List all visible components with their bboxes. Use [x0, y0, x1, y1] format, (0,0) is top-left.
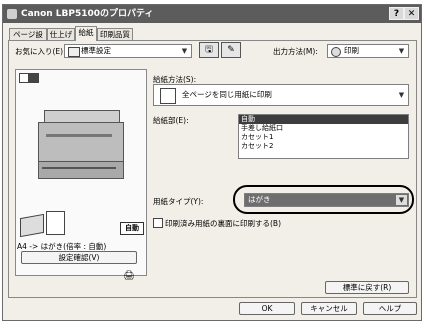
- print-icon: [331, 47, 341, 57]
- source-item-cassette2[interactable]: カセット2: [239, 142, 408, 151]
- help-title-button[interactable]: ?: [389, 7, 404, 20]
- restore-defaults-button[interactable]: 標準に戻す(R): [325, 281, 409, 294]
- paper-source-list[interactable]: 自動 手差し給紙口 カセット1 カセット2: [238, 114, 409, 159]
- add-favorite-icon[interactable]: 🖫: [199, 42, 219, 58]
- paper-sheet-icon: [46, 211, 65, 235]
- feed-method-select[interactable]: 全ページを同じ用紙に印刷 ▼: [153, 84, 409, 106]
- tab-page-setup[interactable]: ページ設定: [9, 28, 47, 50]
- chevron-down-icon: ▼: [181, 47, 188, 55]
- favorites-label: お気に入り(E):: [15, 47, 66, 56]
- output-method-select[interactable]: 印刷 ▼: [327, 44, 409, 58]
- close-title-button[interactable]: ✕: [404, 7, 419, 20]
- feed-method-value: 全ページを同じ用紙に印刷: [182, 90, 272, 99]
- properties-dialog: Canon LBP5100のプロパティ ? ✕ ページ設定 仕上げ 給紙 印刷品…: [2, 4, 422, 321]
- view-toggle-1-icon[interactable]: [19, 73, 29, 83]
- favorites-select[interactable]: 標準設定 ▼: [64, 44, 192, 58]
- tab-quality[interactable]: 印刷品質: [97, 28, 133, 40]
- chevron-down-icon: ▼: [396, 195, 407, 205]
- chevron-down-icon: ▼: [398, 47, 405, 55]
- chevron-down-icon: ▼: [398, 91, 405, 99]
- favorites-value: 標準設定: [81, 46, 111, 55]
- back-print-label: 印刷済み用紙の裏面に印刷する(B): [165, 219, 281, 228]
- view-toggle-2-icon[interactable]: [29, 73, 39, 83]
- help-button[interactable]: ヘルプ: [363, 302, 417, 315]
- output-method-value: 印刷: [344, 46, 359, 55]
- back-print-checkbox[interactable]: [153, 218, 163, 228]
- tab-finishing[interactable]: 仕上げ: [47, 28, 75, 40]
- auto-badge: 自動: [120, 222, 144, 235]
- favorites-icon: [68, 47, 80, 57]
- paper-type-label: 用紙タイプ(Y):: [153, 197, 204, 206]
- title-bar: Canon LBP5100のプロパティ ? ✕: [3, 5, 421, 23]
- edit-favorite-icon[interactable]: ✎: [221, 42, 241, 58]
- cancel-button[interactable]: キャンセル: [301, 302, 357, 315]
- window-title: Canon LBP5100のプロパティ: [21, 9, 154, 19]
- source-item-manual[interactable]: 手差し給紙口: [239, 124, 408, 133]
- confirm-settings-button[interactable]: 設定確認(V): [21, 251, 137, 264]
- paper-source-label: 給紙部(E):: [153, 116, 189, 125]
- tab-paper-source[interactable]: 給紙: [75, 26, 97, 41]
- output-method-label: 出力方法(M):: [273, 47, 318, 56]
- page-icon: [160, 88, 176, 104]
- source-item-auto[interactable]: 自動: [239, 115, 408, 124]
- printer-icon: [7, 9, 17, 19]
- paper-type-select[interactable]: はがき ▼: [244, 193, 409, 207]
- fax-icon[interactable]: 🖨: [119, 269, 139, 285]
- paper-stack-icon: [20, 213, 44, 238]
- ok-button[interactable]: OK: [239, 302, 295, 315]
- printer-illustration: [38, 110, 124, 180]
- tab-panel: お気に入り(E): 標準設定 ▼ 🖫 ✎ 出力方法(M): 印刷 ▼ 自動 A4…: [8, 40, 417, 298]
- source-item-cassette1[interactable]: カセット1: [239, 133, 408, 142]
- paper-type-value: はがき: [248, 195, 271, 204]
